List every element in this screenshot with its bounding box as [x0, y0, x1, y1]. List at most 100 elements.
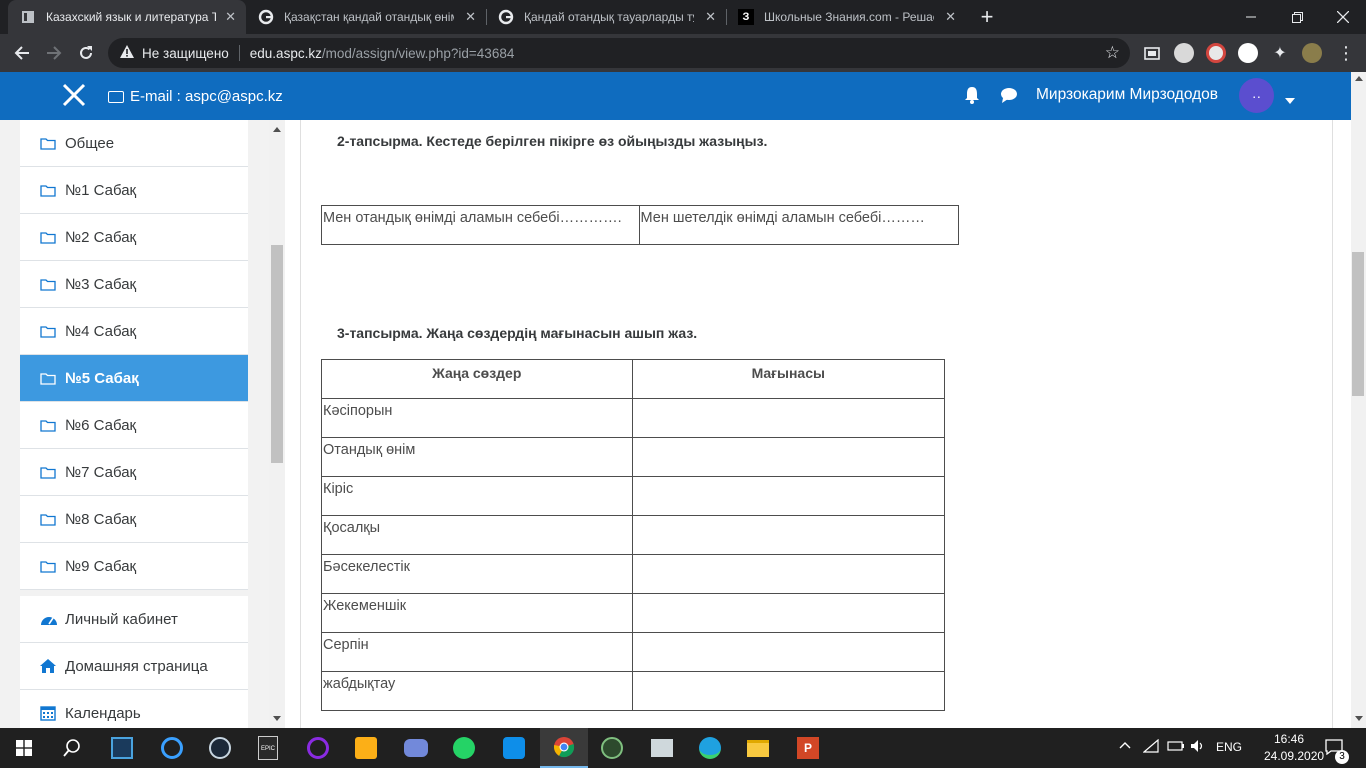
edge-icon[interactable]	[686, 728, 734, 768]
sidebar-link[interactable]: Личный кабинет	[20, 596, 248, 643]
shield-extension-icon[interactable]	[1174, 43, 1194, 63]
close-window-icon[interactable]	[1320, 0, 1366, 34]
tab-1[interactable]: Қазақстан қандай отандық өнім ✕	[246, 0, 486, 34]
meaning-cell[interactable]	[631, 476, 946, 516]
avatar[interactable]: ··	[1239, 78, 1274, 113]
sidebar-item-section[interactable]: №2 Сабақ	[20, 214, 248, 261]
chat-icon[interactable]	[1000, 87, 1018, 108]
volume-icon[interactable]	[1190, 739, 1206, 756]
forward-icon[interactable]	[42, 41, 66, 65]
rockstar-icon[interactable]	[342, 728, 390, 768]
steam-icon[interactable]	[196, 728, 244, 768]
sidebar-item-section[interactable]: №8 Сабақ	[20, 496, 248, 543]
security-label[interactable]: Не защищено	[142, 46, 229, 61]
close-drawer-icon[interactable]	[62, 80, 86, 113]
tab-3[interactable]: З Школьные Знания.com - Решае ✕	[726, 0, 966, 34]
sidebar-item-section[interactable]: №9 Сабақ	[20, 543, 248, 590]
menu-icon[interactable]: ⋮	[1334, 41, 1358, 65]
reload-icon[interactable]	[74, 41, 98, 65]
search-icon[interactable]	[48, 728, 96, 768]
sidebar-link[interactable]: Календарь	[20, 690, 248, 728]
profile-avatar-icon[interactable]	[1302, 43, 1322, 63]
file-explorer-icon[interactable]	[734, 728, 782, 768]
column-header: Жаңа сөздер	[321, 359, 633, 399]
app-icon[interactable]	[98, 728, 146, 768]
whatsapp-icon[interactable]	[440, 728, 488, 768]
teamviewer-icon[interactable]	[490, 728, 538, 768]
close-tab-icon[interactable]: ✕	[465, 9, 476, 25]
meaning-cell[interactable]	[631, 437, 946, 477]
table-row: Серпін	[321, 632, 946, 672]
sidebar-item-section[interactable]: Общее	[20, 120, 248, 167]
meaning-cell[interactable]	[631, 398, 946, 438]
bell-icon[interactable]	[964, 86, 980, 109]
minimize-icon[interactable]	[1228, 0, 1274, 34]
windows-start-icon[interactable]	[0, 728, 48, 768]
folder-icon	[40, 184, 58, 197]
word-cell: Отандық өнім	[321, 437, 633, 477]
home-icon	[40, 659, 58, 673]
tab-title: Қазақстан қандай отандық өнім	[284, 10, 454, 24]
new-tab-icon[interactable]: +	[970, 0, 1004, 34]
sidebar-scroll-thumb[interactable]	[271, 245, 283, 463]
powerpoint-icon[interactable]: P	[784, 728, 832, 768]
folder-icon	[40, 513, 58, 526]
epic-games-icon[interactable]: EPIC	[244, 728, 292, 768]
meaning-cell[interactable]	[631, 593, 946, 633]
meaning-cell[interactable]	[631, 632, 946, 672]
meaning-cell[interactable]	[631, 671, 946, 711]
page-scroll-thumb[interactable]	[1352, 252, 1364, 396]
page-scrollbar[interactable]	[1351, 72, 1366, 728]
close-tab-icon[interactable]: ✕	[705, 9, 716, 25]
network-icon[interactable]	[1142, 738, 1159, 756]
clock[interactable]: 16:46 24.09.2020	[1264, 732, 1325, 763]
tray-chevron-icon[interactable]	[1119, 738, 1131, 752]
folder-icon	[40, 372, 58, 385]
language-indicator[interactable]: ENG	[1216, 740, 1242, 754]
warning-icon[interactable]	[120, 45, 134, 61]
user-name[interactable]: Мирзокарим Мирзододов	[1036, 86, 1218, 104]
sidebar-link[interactable]: Домашняя страница	[20, 643, 248, 690]
sidebar-item-section[interactable]: №5 Сабақ	[20, 355, 248, 402]
envelope-icon	[108, 90, 124, 103]
app-icon[interactable]	[294, 728, 342, 768]
folder-icon	[40, 231, 58, 244]
clock-date: 24.09.2020	[1264, 749, 1325, 763]
sidebar-item-section[interactable]: №1 Сабақ	[20, 167, 248, 214]
restore-icon[interactable]	[1274, 0, 1320, 34]
folder-icon	[40, 278, 58, 291]
browser-tab-strip: Казахский язык и литература Т2 ✕ Қазақст…	[0, 0, 1366, 34]
caret-down-icon[interactable]	[1285, 91, 1295, 109]
sidebar-item-section[interactable]: №4 Сабақ	[20, 308, 248, 355]
address-bar[interactable]: Не защищено edu.aspc.kz/mod/assign/view.…	[108, 38, 1130, 68]
sidebar-item-section[interactable]: №7 Сабақ	[20, 449, 248, 496]
extension-icon[interactable]	[1238, 43, 1258, 63]
sidebar-item-label: №5 Сабақ	[65, 369, 139, 387]
close-tab-icon[interactable]: ✕	[945, 9, 956, 25]
sidebar-item-label: №3 Сабақ	[65, 275, 137, 293]
word-cell: Бәсекелестік	[321, 554, 633, 594]
discord-icon[interactable]	[392, 728, 440, 768]
table-row: Кәсіпорын	[321, 398, 946, 438]
app-icon[interactable]	[638, 728, 686, 768]
close-tab-icon[interactable]: ✕	[225, 9, 236, 25]
sidebar-item-label: №2 Сабақ	[65, 228, 137, 246]
app-icon[interactable]	[588, 728, 636, 768]
sidebar-item-section[interactable]: №3 Сабақ	[20, 261, 248, 308]
chrome-icon[interactable]	[540, 728, 588, 768]
notification-count: 3	[1335, 750, 1349, 764]
meaning-cell[interactable]	[631, 554, 946, 594]
tab-0[interactable]: Казахский язык и литература Т2 ✕	[8, 0, 246, 34]
cast-icon[interactable]	[1140, 41, 1164, 65]
battery-icon[interactable]	[1167, 740, 1185, 755]
back-icon[interactable]	[10, 41, 34, 65]
clock-time: 16:46	[1273, 732, 1305, 746]
app-icon[interactable]	[148, 728, 196, 768]
puzzle-icon[interactable]: ✦	[1268, 41, 1292, 65]
sidebar-item-section[interactable]: №6 Сабақ	[20, 402, 248, 449]
meaning-cell[interactable]	[631, 515, 946, 555]
bookmark-star-icon[interactable]: ☆	[1105, 43, 1120, 63]
tab-2[interactable]: Қандай отандық тауарларды тұт ✕	[486, 0, 726, 34]
adblock-extension-icon[interactable]	[1206, 43, 1226, 63]
sidebar-item-label: №7 Сабақ	[65, 463, 137, 481]
